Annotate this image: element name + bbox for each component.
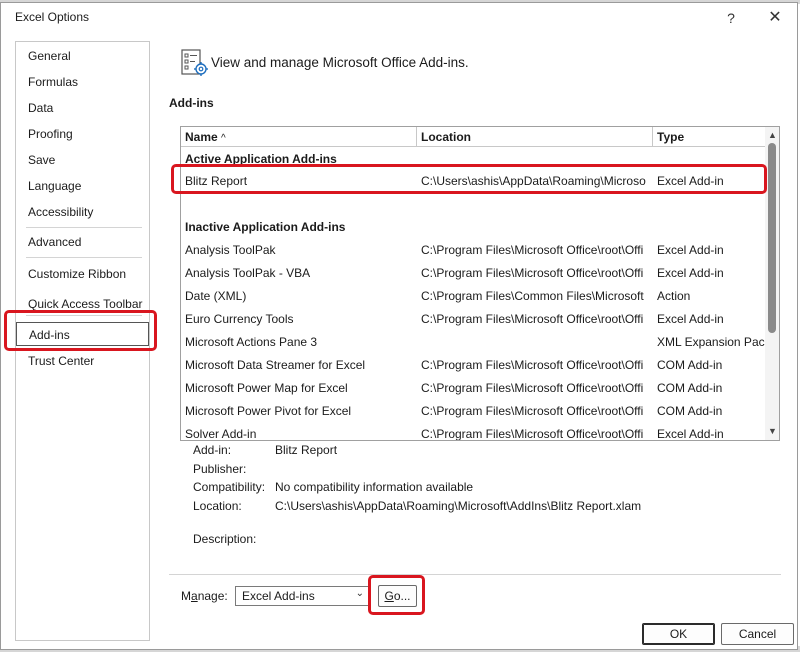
addins-section-title: Add-ins — [169, 96, 214, 110]
column-header-name-label: Name — [185, 130, 218, 144]
detail-compat-value: No compatibility information available — [275, 480, 474, 494]
row-type: Excel Add-in — [657, 243, 724, 257]
go-button[interactable]: Go... — [378, 585, 417, 607]
nav-separator — [26, 227, 142, 228]
column-header-name[interactable]: Name ^ — [181, 127, 417, 147]
nav-item-add-ins[interactable]: Add-ins — [16, 322, 149, 346]
cancel-button[interactable]: Cancel — [721, 623, 794, 645]
table-row[interactable]: Euro Currency Tools C:\Program Files\Mic… — [181, 308, 765, 330]
detail-location-value: C:\Users\ashis\AppData\Roaming\Microsoft… — [275, 499, 642, 513]
detail-location-label: Location: — [193, 499, 242, 513]
row-location: C:\Program Files\Microsoft Office\root\O… — [421, 381, 644, 395]
table-row[interactable]: Analysis ToolPak - VBA C:\Program Files\… — [181, 262, 765, 284]
column-header-type-label: Type — [657, 130, 685, 144]
row-name: Microsoft Actions Pane 3 — [185, 335, 318, 349]
row-location: C:\Program Files\Microsoft Office\root\O… — [421, 358, 644, 372]
row-type: COM Add-in — [657, 358, 723, 372]
scroll-thumb[interactable] — [768, 143, 776, 333]
help-button[interactable]: ? — [719, 7, 743, 29]
table-row[interactable]: Solver Add-in C:\Program Files\Microsoft… — [181, 423, 765, 441]
nav-item-advanced[interactable]: Advanced — [16, 230, 149, 254]
nav-item-data[interactable]: Data — [16, 96, 149, 120]
row-type: Action — [657, 289, 691, 303]
scroll-up-arrow-icon[interactable]: ▲ — [766, 129, 779, 141]
row-type: COM Add-in — [657, 381, 723, 395]
table-row[interactable]: Date (XML) C:\Program Files\Common Files… — [181, 285, 765, 307]
close-button[interactable]: ✕ — [761, 7, 789, 29]
nav-item-trust-center[interactable]: Trust Center — [16, 349, 149, 373]
row-name: Date (XML) — [185, 289, 247, 303]
row-name: Solver Add-in — [185, 427, 257, 441]
list-scrollbar[interactable]: ▲ ▼ — [765, 127, 779, 440]
nav-separator — [26, 315, 142, 316]
row-location: C:\Program Files\Microsoft Office\root\O… — [421, 427, 644, 441]
table-row[interactable]: Blitz Report C:\Users\ashis\AppData\Roam… — [181, 170, 765, 192]
row-location: C:\Users\ashis\AppData\Roaming\Microso — [421, 174, 646, 188]
excel-options-dialog: Excel Options ? ✕ General Formulas Data … — [0, 2, 798, 650]
table-row[interactable]: Microsoft Data Streamer for Excel C:\Pro… — [181, 354, 765, 376]
table-row[interactable]: Microsoft Power Pivot for Excel C:\Progr… — [181, 400, 765, 422]
nav-item-formulas[interactable]: Formulas — [16, 70, 149, 94]
manage-dropdown-value: Excel Add-ins — [242, 589, 315, 603]
row-name: Microsoft Power Pivot for Excel — [185, 404, 352, 418]
detail-description-label: Description: — [193, 532, 257, 546]
header-text: View and manage Microsoft Office Add-ins… — [211, 55, 469, 70]
manage-dropdown[interactable]: Excel Add-ins ⌄ — [235, 586, 369, 606]
row-type: XML Expansion Pack — [657, 335, 767, 349]
table-row[interactable]: Analysis ToolPak C:\Program Files\Micros… — [181, 239, 765, 261]
row-name: Blitz Report — [185, 174, 248, 188]
title-bar: Excel Options ? ✕ — [1, 3, 797, 33]
row-location: C:\Program Files\Microsoft Office\root\O… — [421, 312, 644, 326]
column-header-location-label: Location — [421, 130, 471, 144]
addins-list[interactable]: Name ^ Location Type Active Application … — [180, 126, 780, 441]
nav-item-accessibility[interactable]: Accessibility — [16, 200, 149, 224]
row-type: Excel Add-in — [657, 174, 724, 188]
chevron-down-icon: ⌄ — [355, 588, 364, 599]
row-name: Analysis ToolPak — [185, 243, 276, 257]
row-type: Excel Add-in — [657, 312, 724, 326]
sort-ascending-icon: ^ — [221, 133, 226, 144]
row-type: Excel Add-in — [657, 427, 724, 441]
nav-item-general[interactable]: General — [16, 44, 149, 68]
row-type: Excel Add-in — [657, 266, 724, 280]
ok-button[interactable]: OK — [642, 623, 715, 645]
detail-publisher-label: Publisher: — [193, 462, 247, 476]
manage-separator — [169, 574, 781, 575]
detail-addin-value: Blitz Report — [275, 443, 338, 457]
row-name: Analysis ToolPak - VBA — [185, 266, 311, 280]
detail-addin-label: Add-in: — [193, 443, 232, 457]
row-location: C:\Program Files\Microsoft Office\root\O… — [421, 404, 644, 418]
row-location: C:\Program Files\Microsoft Office\root\O… — [421, 266, 644, 280]
nav-item-proofing[interactable]: Proofing — [16, 122, 149, 146]
manage-label-post: nage: — [197, 589, 228, 603]
nav-item-language[interactable]: Language — [16, 174, 149, 198]
row-name: Euro Currency Tools — [185, 312, 294, 326]
row-name: Microsoft Power Map for Excel — [185, 381, 348, 395]
nav-item-save[interactable]: Save — [16, 148, 149, 172]
table-row[interactable]: Microsoft Actions Pane 3 XML Expansion P… — [181, 331, 767, 353]
column-header-type[interactable]: Type — [653, 127, 765, 147]
go-button-label: o... — [393, 589, 411, 603]
detail-compat-label: Compatibility: — [193, 480, 266, 494]
scroll-down-arrow-icon[interactable]: ▼ — [766, 425, 779, 437]
options-nav: General Formulas Data Proofing Save Lang… — [15, 41, 150, 641]
table-row[interactable]: Microsoft Power Map for Excel C:\Program… — [181, 377, 765, 399]
row-location — [421, 331, 653, 353]
nav-item-customize-ribbon[interactable]: Customize Ribbon — [16, 262, 149, 286]
row-location: C:\Program Files\Common Files\Microsoft — [421, 289, 644, 303]
manage-label-accel: a — [191, 589, 198, 603]
row-location: C:\Program Files\Microsoft Office\root\O… — [421, 243, 644, 257]
nav-separator — [26, 257, 142, 258]
nav-item-quick-access-toolbar[interactable]: Quick Access Toolbar — [16, 292, 149, 316]
inactive-group-header: Inactive Application Add-ins — [185, 220, 346, 234]
column-header-location[interactable]: Location — [417, 127, 653, 147]
active-group-header: Active Application Add-ins — [185, 152, 337, 166]
addins-gear-icon — [181, 49, 208, 76]
manage-label-pre: M — [181, 589, 191, 603]
dialog-title: Excel Options — [15, 10, 90, 24]
row-type: COM Add-in — [657, 404, 723, 418]
row-name: Microsoft Data Streamer for Excel — [185, 358, 366, 372]
manage-label: Manage: — [181, 589, 228, 603]
go-button-accel: G — [384, 589, 394, 603]
